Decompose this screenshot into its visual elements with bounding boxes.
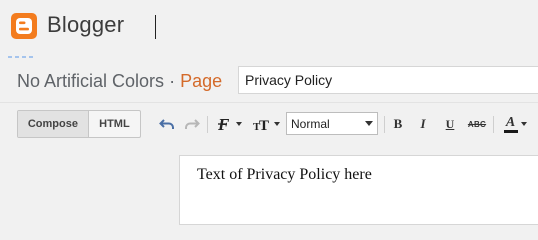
editor-toolbar: Compose HTML F T T Normal B I U ABC A: [0, 103, 538, 145]
page-title-input[interactable]: [238, 66, 538, 94]
tab-compose[interactable]: Compose: [18, 111, 89, 137]
color-swatch: [503, 130, 518, 133]
italic-button[interactable]: I: [415, 114, 431, 134]
post-title-bar: No Artificial Colors · Page: [0, 62, 538, 100]
paragraph-format-select[interactable]: Normal: [286, 112, 378, 135]
breadcrumb-separator: ·: [169, 71, 176, 91]
editor-content[interactable]: Text of Privacy Policy here: [197, 166, 372, 184]
strikethrough-button[interactable]: ABC: [466, 114, 488, 134]
bold-button[interactable]: B: [390, 114, 406, 134]
app-header: Blogger: [0, 0, 538, 59]
post-type-label: Page: [180, 71, 223, 91]
tab-html[interactable]: HTML: [89, 111, 140, 137]
undo-icon[interactable]: [158, 114, 176, 134]
chevron-down-icon: [365, 121, 373, 126]
font-family-button[interactable]: F: [214, 114, 244, 134]
chevron-down-icon: [235, 122, 242, 126]
underline-button[interactable]: U: [442, 114, 458, 134]
breadcrumb: No Artificial Colors · Page: [17, 71, 222, 92]
font-size-icon: T T: [253, 118, 269, 132]
brand-name[interactable]: Blogger: [47, 12, 124, 38]
svg-text:T: T: [259, 118, 269, 132]
redo-icon[interactable]: [183, 114, 201, 134]
text-color-label: A: [505, 115, 516, 130]
chevron-down-icon: [273, 122, 280, 126]
text-color-icon: A: [503, 115, 518, 133]
editor-body[interactable]: Text of Privacy Policy here: [179, 155, 538, 225]
text-color-button[interactable]: A: [500, 114, 530, 134]
toolbar-separator: [493, 116, 494, 133]
toolbar-separator: [207, 116, 208, 133]
chevron-down-icon: [520, 122, 527, 126]
mode-tabs: Compose HTML: [17, 110, 141, 138]
blog-name[interactable]: No Artificial Colors: [17, 71, 164, 91]
paragraph-format-value: Normal: [291, 116, 330, 131]
loading-indicator: [8, 45, 42, 59]
text-cursor: [155, 15, 156, 39]
font-family-icon: F: [217, 115, 230, 133]
font-size-button[interactable]: T T: [251, 114, 281, 134]
toolbar-separator: [384, 116, 385, 133]
blogger-logo-icon[interactable]: [11, 13, 37, 39]
